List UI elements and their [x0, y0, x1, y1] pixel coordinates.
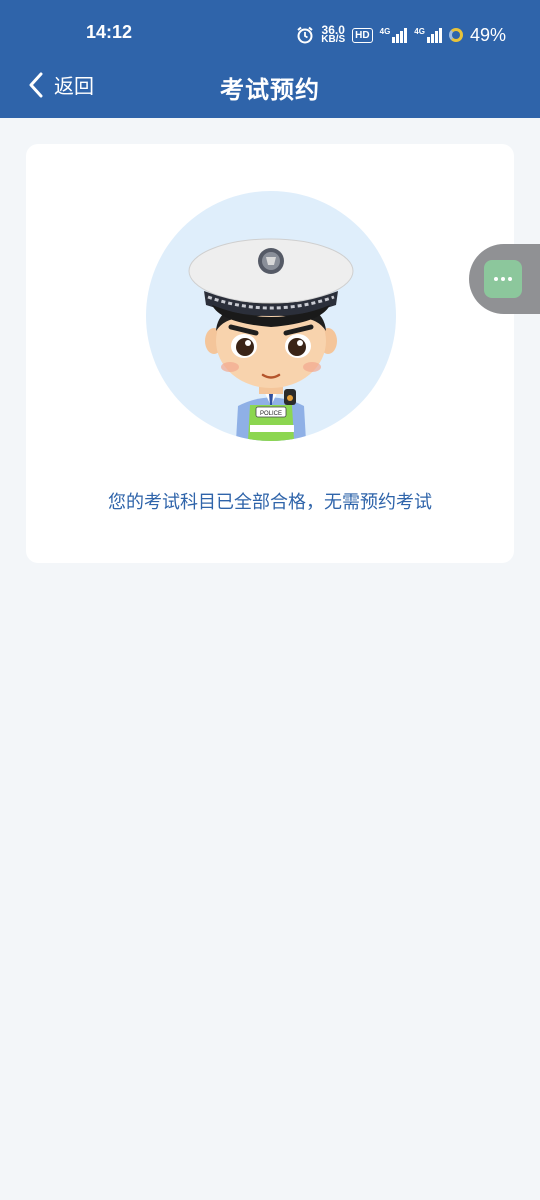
status-time: 14:12 [86, 22, 133, 42]
status-icons: 36.0 KB/S HD 4G 4G 49% [296, 22, 506, 48]
police-avatar: POLICE [146, 191, 396, 441]
app-header: 14:12 36.0 KB/S HD 4G 4G 49% 返回 考试预约 [0, 0, 540, 118]
back-label: 返回 [54, 74, 94, 98]
signal-1-label: 4G [379, 26, 391, 36]
alarm-icon [297, 26, 313, 44]
signal-2: 4G [414, 26, 442, 43]
back-button[interactable]: 返回 [28, 70, 94, 99]
battery-percent: 49% [469, 24, 506, 45]
chevron-left-icon [29, 72, 43, 97]
police-officer-illustration: POLICE [188, 238, 354, 441]
more-dots-icon [484, 260, 522, 298]
signal-1: 4G [379, 26, 408, 43]
status-message: 您的考试科目已全部合格，无需预约考试 [108, 492, 432, 513]
result-card: POLICE 您的考试科目已全部合格，无需预约考试 [26, 144, 514, 563]
network-speed: 36.0 KB/S [321, 24, 346, 45]
police-badge-text: POLICE [260, 411, 282, 417]
network-speed-unit: KB/S [321, 34, 346, 45]
hd-badge: HD [352, 27, 373, 43]
battery-icon [448, 28, 463, 42]
signal-2-label: 4G [414, 26, 425, 36]
floating-more-button[interactable] [469, 244, 540, 314]
